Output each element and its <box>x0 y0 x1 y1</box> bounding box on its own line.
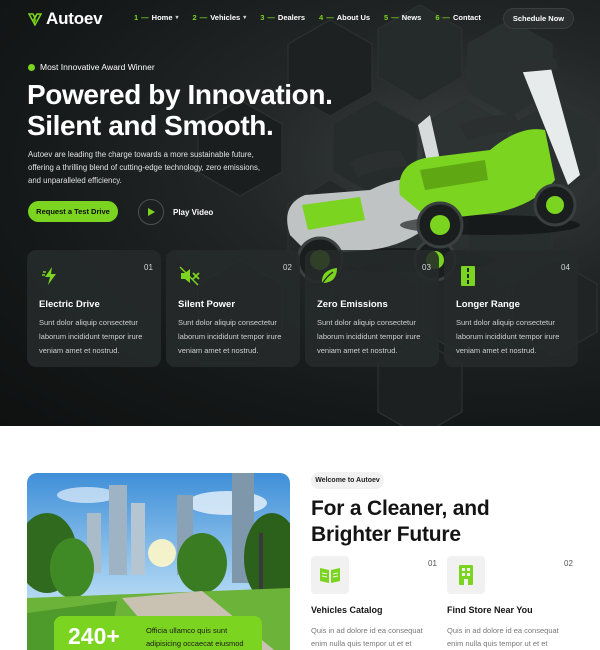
feature-card-silent-power[interactable]: 02 Silent Power Sunt dolor aliquip conse… <box>166 250 300 367</box>
item-description: Quis in ad dolore id ea consequat enim n… <box>311 626 423 648</box>
item-title: Vehicles Catalog <box>311 605 383 615</box>
item-number: 02 <box>564 559 573 568</box>
card-number: 03 <box>422 263 431 272</box>
about-title-line-1: For a Cleaner, and <box>311 497 490 520</box>
play-video-label: Play Video <box>173 207 214 217</box>
about-section: 240+ Officia ullamco quis sunt adipisici… <box>0 426 600 650</box>
brand-logo[interactable]: Autoev <box>28 9 103 29</box>
store-building-icon <box>447 556 485 594</box>
navbar: Autoev 1 — Home ▾ 2 — Vehicles ▾ 3 — Dea… <box>0 0 600 38</box>
nav-vehicles[interactable]: 2 — Vehicles ▾ <box>193 13 247 22</box>
stat-highlight-box: 240+ Officia ullamco quis sunt adipisici… <box>54 616 262 650</box>
card-title: Electric Drive <box>39 299 100 310</box>
card-title: Silent Power <box>178 299 236 310</box>
about-title-line-2: Brighter Future <box>311 523 461 546</box>
leaf-icon <box>316 263 342 289</box>
nav-contact-number: 6 <box>435 13 440 22</box>
feature-card-electric-drive[interactable]: 01 Electric Drive Sunt dolor aliquip con… <box>27 250 161 367</box>
nav-separator: — <box>141 13 149 22</box>
nav-dealers-number: 3 <box>260 13 265 22</box>
main-nav: 1 — Home ▾ 2 — Vehicles ▾ 3 — Dealers 4 … <box>134 13 481 22</box>
nav-about-label: About Us <box>336 13 371 22</box>
card-description: Sunt dolor aliquip consectetur laborum i… <box>317 318 421 355</box>
item-number: 01 <box>428 559 437 568</box>
card-number: 02 <box>283 263 292 272</box>
nav-separator: — <box>442 13 450 22</box>
play-icon[interactable] <box>138 199 164 225</box>
card-title: Longer Range <box>456 299 520 310</box>
request-test-drive-button[interactable]: Request a Test Drive <box>28 201 118 222</box>
welcome-badge: Welcome to Autoev <box>311 472 384 489</box>
about-title: For a Cleaner, and Brighter Future <box>311 496 571 548</box>
vehicles-catalog-item[interactable]: 01 Vehicles Catalog Quis in ad dolore id… <box>311 556 441 650</box>
nav-home[interactable]: 1 — Home ▾ <box>134 13 179 22</box>
hero-title-line-1: Powered by Innovation. <box>27 79 333 110</box>
hero-section: Autoev 1 — Home ▾ 2 — Vehicles ▾ 3 — Dea… <box>0 0 600 426</box>
brand-name: Autoev <box>46 9 103 28</box>
nav-home-label: Home <box>151 13 173 22</box>
chevron-down-icon: ▾ <box>175 15 179 21</box>
card-description: Sunt dolor aliquip consectetur laborum i… <box>39 318 143 355</box>
card-description: Sunt dolor aliquip consectetur laborum i… <box>178 318 282 355</box>
stat-description: Officia ullamco quis sunt adipisicing oc… <box>146 626 244 648</box>
nav-vehicles-number: 2 <box>192 13 197 22</box>
feature-cards: 01 Electric Drive Sunt dolor aliquip con… <box>27 250 578 367</box>
award-tag: Most Innovative Award Winner <box>28 62 155 72</box>
nav-separator: — <box>326 13 334 22</box>
stat-value: 240+ <box>68 623 120 649</box>
nav-about-number: 4 <box>319 13 324 22</box>
feature-card-longer-range[interactable]: 04 Longer Range Sunt dolor aliquip conse… <box>444 250 578 367</box>
feature-card-zero-emissions[interactable]: 03 Zero Emissions Sunt dolor aliquip con… <box>305 250 439 367</box>
catalog-book-icon <box>311 556 349 594</box>
item-description: Quis in ad dolore id ea consequat enim n… <box>447 626 559 648</box>
nav-home-number: 1 <box>134 13 139 22</box>
chevron-down-icon: ▾ <box>243 15 247 21</box>
nav-separator: — <box>199 13 208 22</box>
award-dot-icon <box>28 63 35 71</box>
item-title: Find Store Near You <box>447 605 533 615</box>
bolt-icon <box>38 263 64 289</box>
schedule-now-button[interactable]: Schedule Now <box>503 8 574 29</box>
find-store-item[interactable]: 02 Find Store Near You Quis in ad dolore… <box>447 556 577 650</box>
card-title: Zero Emissions <box>317 299 388 310</box>
mute-speaker-icon <box>177 263 203 289</box>
logo-bolt-icon <box>28 13 42 26</box>
nav-separator: — <box>267 13 275 22</box>
nav-news-label: News <box>401 13 422 22</box>
hero-description: Autoev are leading the charge towards a … <box>28 150 261 185</box>
nav-news[interactable]: 5 — News <box>384 13 421 22</box>
card-number: 04 <box>561 263 570 272</box>
hero-title: Powered by Innovation. Silent and Smooth… <box>27 79 357 141</box>
nav-separator: — <box>391 13 399 22</box>
hero-title-line-2: Silent and Smooth. <box>27 110 274 141</box>
nav-contact-label: Contact <box>452 13 481 22</box>
award-text: Most Innovative Award Winner <box>40 62 155 72</box>
nav-about[interactable]: 4 — About Us <box>319 13 370 22</box>
nav-news-number: 5 <box>384 13 389 22</box>
nav-contact[interactable]: 6 — Contact <box>435 13 481 22</box>
nav-dealers[interactable]: 3 — Dealers <box>260 13 305 22</box>
card-number: 01 <box>144 263 153 272</box>
nav-dealers-label: Dealers <box>277 13 306 22</box>
nav-vehicles-label: Vehicles <box>210 13 241 22</box>
card-description: Sunt dolor aliquip consectetur laborum i… <box>456 318 560 355</box>
road-icon <box>455 263 481 289</box>
play-video-button[interactable]: Play Video <box>138 199 213 225</box>
